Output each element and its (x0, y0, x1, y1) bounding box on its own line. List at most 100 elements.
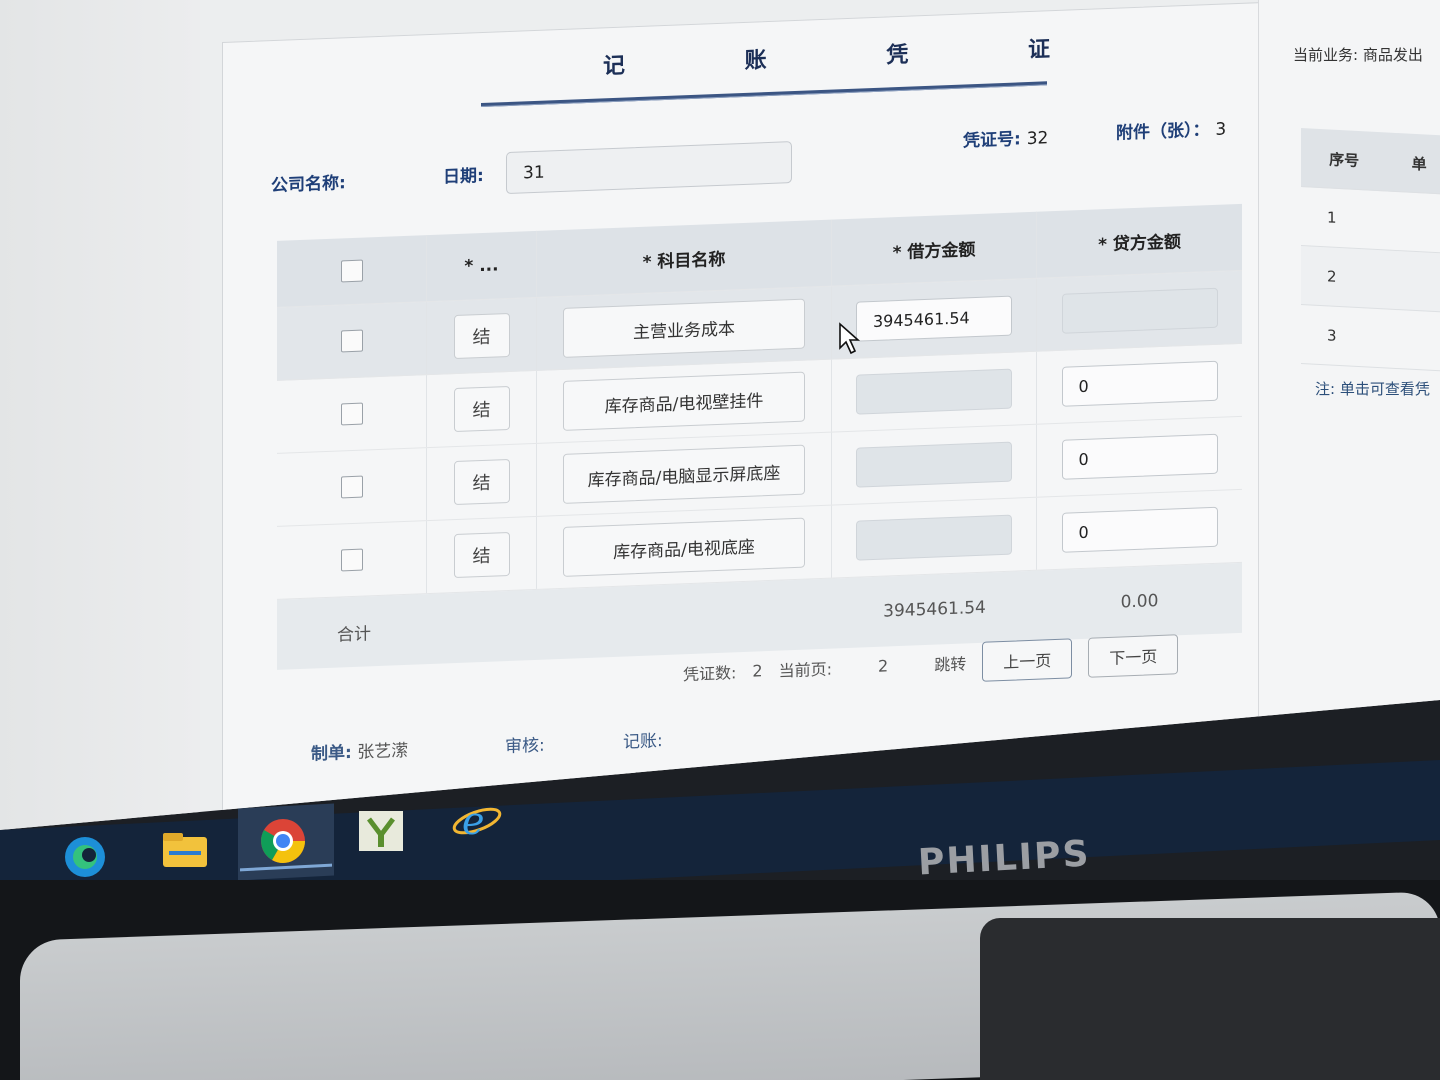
maker-label: 制单: (311, 743, 352, 765)
stand-shadow (980, 918, 1440, 1080)
title-underline (481, 81, 1047, 108)
row-account-cell: 主营业务成本 (537, 286, 832, 370)
voucher-count: 2 (752, 660, 763, 681)
debit-input[interactable]: 3945461.54 (856, 295, 1012, 342)
current-business: 当前业务: 商品发出 (1293, 46, 1423, 64)
row-tag-cell: 结 (427, 297, 537, 375)
ie-icon[interactable]: e (452, 796, 502, 846)
credit-input[interactable]: 0 (1061, 433, 1218, 480)
attachments: 附件（张）： 3 (1116, 114, 1226, 143)
maker: 制单: 张艺潆 (311, 736, 408, 765)
side-row-cell (1387, 191, 1440, 254)
header-account: * 科目名称 (537, 219, 832, 297)
row-tag-cell: 结 (427, 370, 537, 448)
row-account-cell: 库存商品/电视底座 (537, 505, 832, 589)
voucher-list-table: 序号 单 1 2 3 (1301, 128, 1440, 372)
row-select (277, 302, 427, 380)
edge-icon[interactable] (60, 832, 110, 882)
row-debit-cell (832, 424, 1037, 505)
account-field[interactable]: 主营业务成本 (563, 298, 805, 358)
side-panel: 当前业务: 商品发出 序号 单 1 2 3 注: 单击可查看凭 (1258, 0, 1440, 720)
voucher-no-value: 32 (1026, 128, 1049, 150)
monitor-brand-logo: PHILIPS (917, 833, 1092, 884)
row-credit-cell: 0 (1037, 344, 1242, 424)
post-label: 记账: (623, 731, 663, 753)
row-select (277, 521, 427, 599)
settle-button[interactable]: 结 (453, 385, 510, 433)
next-page-button[interactable]: 下一页 (1088, 634, 1179, 678)
settle-button[interactable]: 结 (453, 531, 510, 579)
row-account-cell: 库存商品/电视壁挂件 (537, 359, 832, 443)
jump-link[interactable]: 跳转 (934, 650, 966, 675)
review-label: 审核: (505, 735, 545, 758)
app-icon[interactable] (356, 806, 406, 856)
select-all-checkbox[interactable] (340, 259, 363, 283)
row-checkbox[interactable] (340, 475, 363, 499)
account-field[interactable]: 库存商品/电脑显示屏底座 (563, 444, 805, 504)
row-checkbox[interactable] (340, 329, 363, 353)
attachments-value: 3 (1215, 119, 1227, 140)
settle-button[interactable]: 结 (453, 312, 510, 360)
settle-button[interactable]: 结 (453, 458, 510, 506)
side-row-seq: 3 (1301, 304, 1388, 369)
row-credit-cell (1037, 271, 1242, 351)
attachments-label: 附件（张）： (1116, 120, 1210, 144)
account-field[interactable]: 库存商品/电视底座 (563, 517, 805, 577)
side-header-2: 单 (1387, 132, 1440, 195)
total-label: 合计 (337, 623, 371, 646)
header-col-1: * ... (427, 230, 537, 302)
header-credit: * 贷方金额 (1098, 231, 1181, 255)
account-field[interactable]: 库存商品/电视壁挂件 (563, 371, 805, 431)
voucher-no: 凭证号: 32 (963, 123, 1048, 151)
row-debit-cell (832, 351, 1037, 432)
voucher-title: 记 账 凭 证 (603, 35, 1106, 80)
header-select (277, 235, 427, 307)
row-credit-cell: 0 (1037, 490, 1242, 570)
total-credit: 0.00 (1120, 591, 1159, 613)
date-input[interactable]: 31 (506, 141, 792, 195)
row-debit-cell (832, 497, 1037, 578)
total-debit: 3945461.54 (883, 597, 986, 622)
monitor-screen: 记 账 凭 证 公司名称: 日期: 31 凭证号: 32 附件（张）： 3 * … (0, 0, 1440, 830)
list-item[interactable]: 3 (1301, 304, 1440, 372)
debit-input[interactable] (856, 368, 1012, 415)
company-label: 公司名称: (271, 173, 346, 197)
row-debit-cell: 3945461.54 (832, 278, 1037, 359)
prev-page-button[interactable]: 上一页 (982, 638, 1073, 682)
voucher-no-label: 凭证号: (963, 129, 1021, 152)
row-checkbox[interactable] (340, 402, 363, 426)
row-select (277, 448, 427, 526)
credit-input[interactable] (1061, 287, 1218, 334)
header-debit: * 借方金额 (832, 211, 1037, 286)
row-credit-cell: 0 (1037, 417, 1242, 497)
side-note: 注: 单击可查看凭 (1315, 380, 1430, 398)
side-row-seq: 1 (1301, 186, 1388, 251)
side-header-seq: 序号 (1301, 128, 1388, 192)
left-gutter (0, 0, 200, 830)
side-row-cell (1387, 309, 1440, 372)
row-select (277, 375, 427, 453)
date-label: 日期: (443, 165, 484, 188)
side-row-seq: 2 (1301, 245, 1388, 310)
side-row-cell (1387, 250, 1440, 313)
mouse-cursor-icon (839, 322, 861, 355)
svg-text:e: e (462, 799, 485, 843)
maker-name: 张艺潆 (357, 740, 409, 763)
credit-input[interactable]: 0 (1061, 506, 1218, 553)
debit-input[interactable] (856, 441, 1012, 488)
list-item[interactable]: 1 (1301, 186, 1440, 254)
row-tag-cell: 结 (427, 443, 537, 521)
row-account-cell: 库存商品/电脑显示屏底座 (537, 432, 832, 516)
debit-input[interactable] (856, 514, 1012, 561)
voucher-count-label: 凭证数: (683, 663, 737, 685)
row-checkbox[interactable] (340, 548, 363, 572)
current-page: 2 (878, 655, 889, 676)
file-explorer-icon[interactable] (160, 826, 210, 876)
chrome-icon[interactable] (258, 816, 308, 866)
row-tag-cell: 结 (427, 516, 537, 594)
voucher-panel: 记 账 凭 证 公司名称: 日期: 31 凭证号: 32 附件（张）： 3 * … (222, 2, 1259, 825)
credit-input[interactable]: 0 (1061, 360, 1218, 407)
entries-table: * ... * 科目名称 * 借方金额 * 贷方金额 结 主营业务成本 3945… (277, 203, 1242, 670)
current-page-label: 当前页: (778, 659, 832, 681)
list-item[interactable]: 2 (1301, 245, 1440, 313)
